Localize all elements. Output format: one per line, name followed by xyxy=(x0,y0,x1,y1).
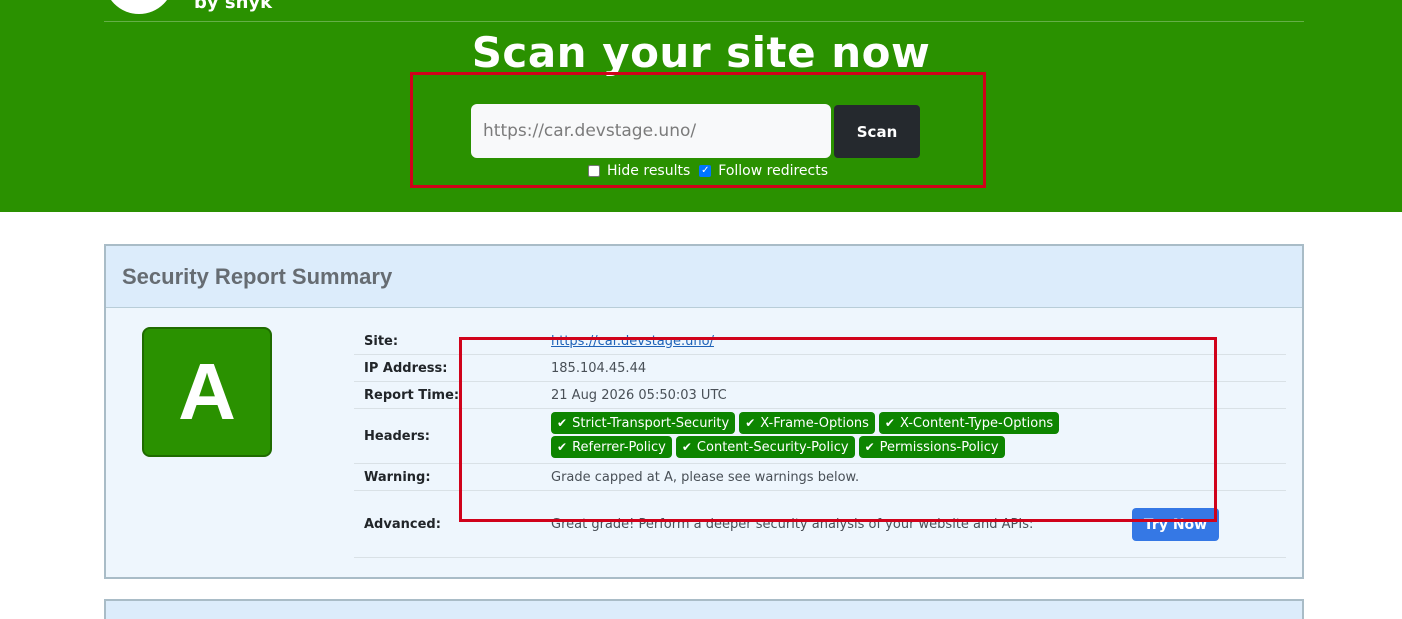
header-badge: ✔ X-Frame-Options xyxy=(739,412,875,434)
check-icon: ✔ xyxy=(745,416,756,430)
follow-redirects-option[interactable]: ✓ Follow redirects xyxy=(699,163,828,179)
table-row: Headers: ✔ Strict-Transport-Security ✔ X-F… xyxy=(354,409,1286,464)
check-icon: ✔ xyxy=(864,440,875,454)
report-time-value: 21 Aug 2026 05:50:03 UTC xyxy=(551,387,727,403)
hide-results-label: Hide results xyxy=(607,163,691,179)
site-link[interactable]: https://car.devstage.uno/ xyxy=(551,334,714,349)
report-time-label: Report Time: xyxy=(364,387,460,403)
warning-label: Warning: xyxy=(364,469,431,485)
advanced-label: Advanced: xyxy=(364,516,441,532)
warning-value: Grade capped at A, please see warnings b… xyxy=(551,469,860,485)
grade-badge: A xyxy=(142,327,272,457)
report-title: Security Report Summary xyxy=(122,263,393,289)
brand-byline: by snyk xyxy=(194,0,273,13)
grade-letter: A xyxy=(178,347,236,436)
scan-button[interactable]: Scan xyxy=(834,105,920,158)
header-badge: ✔ Content-Security-Policy xyxy=(675,436,855,458)
header-badge: ✔ Strict-Transport-Security xyxy=(551,412,736,434)
table-row: Warning: Grade capped at A, please see w… xyxy=(354,464,1286,491)
header-badge: ✔ X-Content-Type-Options xyxy=(878,412,1060,434)
logo-icon[interactable] xyxy=(104,0,174,14)
site-label: Site: xyxy=(364,333,399,349)
report-header: Security Report Summary xyxy=(106,246,1302,308)
url-input[interactable] xyxy=(471,104,831,158)
hide-results-checkbox[interactable] xyxy=(588,165,600,177)
check-icon: ✔ xyxy=(884,416,895,430)
check-icon: ✔ xyxy=(681,440,692,454)
hide-results-option[interactable]: Hide results xyxy=(588,163,690,179)
security-report-panel: Security Report Summary A Site: https://… xyxy=(104,244,1304,579)
try-now-button[interactable]: Try Now xyxy=(1132,508,1219,541)
ip-label: IP Address: xyxy=(364,360,448,376)
headers-label: Headers: xyxy=(364,428,430,444)
next-panel-header xyxy=(104,599,1304,619)
check-icon: ✔ xyxy=(557,416,568,430)
hero-divider xyxy=(104,21,1304,22)
table-row: IP Address: 185.104.45.44 xyxy=(354,355,1286,382)
follow-redirects-label: Follow redirects xyxy=(718,163,829,179)
header-badge: ✔ Permissions-Policy xyxy=(858,436,1005,458)
follow-redirects-checkbox[interactable]: ✓ xyxy=(699,165,712,177)
hero-banner: by snyk Scan your site now Scan Hide res… xyxy=(0,0,1402,212)
header-badges: ✔ Strict-Transport-Security ✔ X-Frame-Opti… xyxy=(551,412,1181,460)
header-badge: ✔ Referrer-Policy xyxy=(551,436,672,458)
scan-options: Hide results ✓ Follow redirects xyxy=(588,160,828,182)
page-title: Scan your site now xyxy=(471,28,931,77)
table-row: Site: https://car.devstage.uno/ xyxy=(354,328,1286,355)
check-icon: ✔ xyxy=(557,440,568,454)
table-row: Report Time: 21 Aug 2026 05:50:03 UTC xyxy=(354,382,1286,409)
ip-value: 185.104.45.44 xyxy=(551,360,647,376)
